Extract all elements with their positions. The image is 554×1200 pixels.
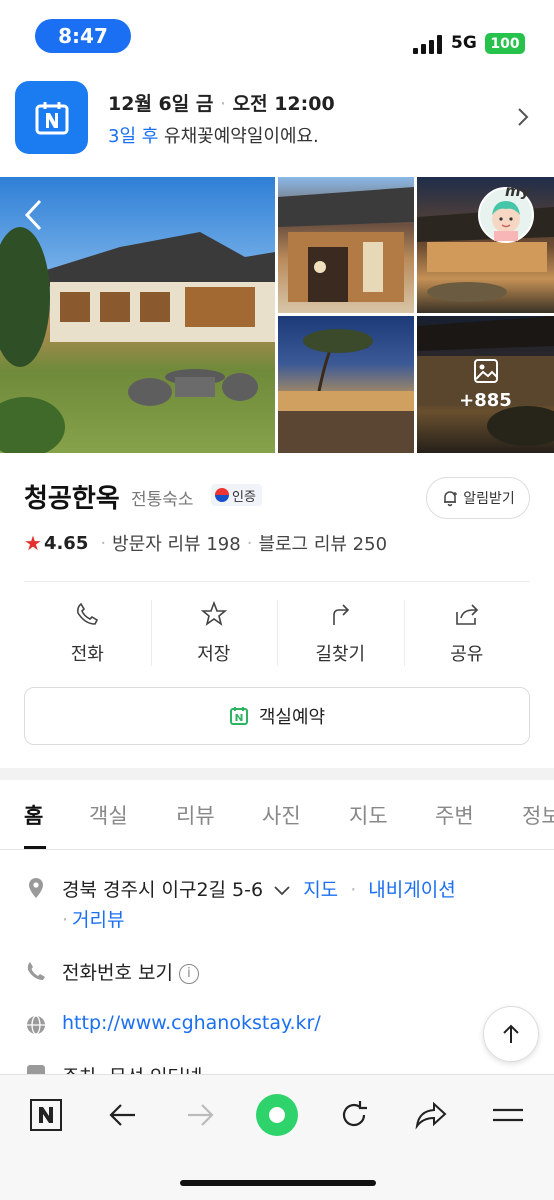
chevron-right-icon: [518, 108, 529, 126]
street-view-link[interactable]: 거리뷰: [72, 909, 124, 931]
reservation-banner[interactable]: 12월 6일 금 · 오전 12:00 3일 후 유채꽃예약일이에요.: [0, 70, 554, 170]
location-pin-icon: [29, 878, 43, 898]
refresh-icon: [342, 1101, 367, 1127]
phone-row[interactable]: 전화번호 보기 i: [62, 958, 199, 985]
green-dot-icon: [256, 1094, 298, 1136]
star-icon: [200, 600, 227, 626]
navigation-link[interactable]: 내비게이션: [368, 879, 455, 901]
bell-plus-icon: [444, 491, 458, 507]
back-arrow-icon[interactable]: [22, 197, 44, 233]
more-photos-count: +885: [459, 390, 512, 411]
tab-nearby[interactable]: 주변: [435, 800, 474, 830]
battery-icon: 100: [485, 33, 525, 54]
home-indicator: [180, 1180, 376, 1186]
alarm-button[interactable]: 알림받기: [426, 477, 530, 519]
forward-button[interactable]: [178, 1093, 222, 1137]
tab-photos[interactable]: 사진: [262, 800, 301, 830]
phone-icon: [77, 602, 99, 625]
save-button[interactable]: 저장: [150, 596, 278, 670]
arrow-up-icon: [503, 1024, 519, 1043]
share-icon: [455, 604, 478, 625]
visitor-reviews-link[interactable]: 방문자 리뷰 198: [112, 530, 241, 556]
naver-home-button[interactable]: [24, 1093, 68, 1137]
menu-button[interactable]: [486, 1093, 530, 1137]
amenities-text: 주차, 무선 인터넷: [62, 1062, 202, 1074]
info-icon[interactable]: i: [178, 963, 199, 984]
menu-icon: [493, 1108, 523, 1122]
photo-grid: +885: [0, 177, 554, 453]
tab-map[interactable]: 지도: [349, 800, 388, 830]
booking-n-icon: [229, 707, 248, 725]
chevron-down-icon[interactable]: [273, 884, 291, 898]
my-label: my: [505, 182, 531, 200]
place-name: 청공한옥: [24, 484, 120, 514]
scroll-to-top-button[interactable]: [483, 1006, 539, 1062]
blog-reviews-link[interactable]: 블로그 리뷰 250: [258, 530, 387, 556]
image-icon: [473, 359, 498, 383]
banner-date: 12월 6일 금 · 오전 12:00: [108, 93, 335, 115]
arrow-right-icon: [188, 1104, 214, 1126]
certification-icon: [215, 488, 229, 502]
main-photo[interactable]: [0, 177, 275, 453]
divider: [24, 581, 530, 582]
naver-n-icon: [30, 1099, 62, 1131]
rating-value: 4.65: [43, 532, 89, 554]
directions-button[interactable]: 길찾기: [277, 596, 404, 670]
tab-home[interactable]: 홈: [24, 800, 43, 830]
call-button[interactable]: 전화: [24, 596, 151, 670]
status-time: 8:47: [35, 19, 131, 53]
action-bar: 전화 저장 길찾기 공유: [24, 596, 530, 670]
refresh-button[interactable]: [332, 1093, 376, 1137]
section-gap: [0, 768, 554, 780]
tab-reviews[interactable]: 리뷰: [176, 800, 215, 830]
share-button[interactable]: 공유: [403, 596, 531, 670]
photo-thumbnail[interactable]: [278, 316, 414, 453]
room-booking-button[interactable]: 객실예약: [24, 687, 530, 745]
tab-rooms[interactable]: 객실: [89, 800, 128, 830]
green-dot-button[interactable]: [255, 1093, 299, 1137]
website-link[interactable]: http://www.cghanokstay.kr/: [62, 1012, 321, 1034]
tab-bar: 홈 객실 리뷰 사진 지도 주변 정보: [0, 780, 554, 850]
phone-icon: [27, 962, 45, 980]
place-category: 전통숙소: [131, 490, 194, 510]
address-row: 경북 경주시 이구2길 5-6 지도 · 내비게이션: [62, 879, 456, 901]
address-text[interactable]: 경북 경주시 이구2길 5-6: [62, 879, 263, 901]
arrow-left-icon: [109, 1104, 135, 1126]
star-icon: ★: [24, 531, 42, 555]
rating-row: ★ 4.65 · 방문자 리뷰 198 · 블로그 리뷰 250: [24, 530, 388, 556]
tab-info[interactable]: 정보: [522, 800, 554, 830]
globe-icon: [27, 1015, 45, 1035]
certified-badge: 인증: [211, 484, 262, 506]
active-tab-indicator: [24, 846, 46, 849]
map-link[interactable]: 지도: [303, 879, 338, 901]
parking-icon: [27, 1065, 45, 1074]
share-arrow-icon: [415, 1101, 447, 1130]
status-bar: 8:47 5G 100: [0, 0, 554, 70]
photo-thumbnail[interactable]: [278, 177, 414, 313]
banner-subtitle: 3일 후 유채꽃예약일이에요.: [108, 126, 319, 147]
calendar-n-icon: [15, 81, 88, 154]
directions-icon: [333, 604, 350, 625]
back-button[interactable]: [101, 1093, 145, 1137]
share-button[interactable]: [409, 1093, 453, 1137]
network-label: 5G: [451, 33, 477, 53]
street-view-row: · 거리뷰: [62, 909, 125, 931]
more-photos-overlay[interactable]: +885: [417, 316, 554, 453]
signal-icon: [413, 34, 443, 54]
